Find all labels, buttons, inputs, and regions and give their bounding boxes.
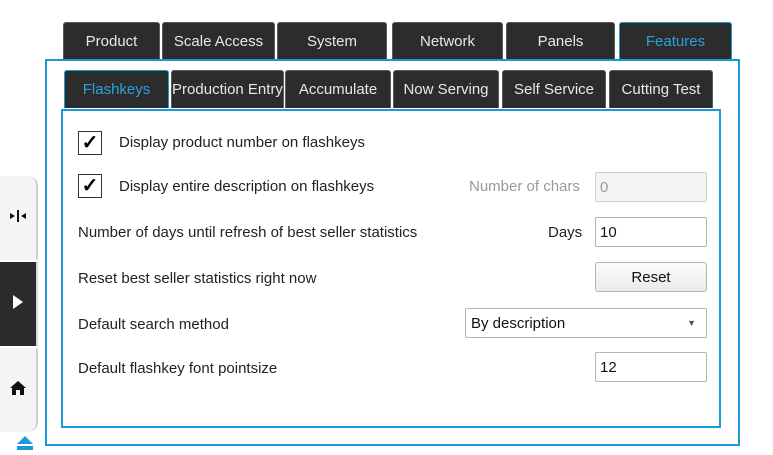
- search-method-select[interactable]: By description ▼: [465, 308, 707, 338]
- tab-label: Scale Access: [173, 32, 264, 50]
- subtab-label: Cutting Test: [621, 81, 701, 98]
- subtab-accumulate[interactable]: Accumulate: [285, 70, 391, 108]
- home-icon: [9, 380, 27, 401]
- scale-icon: [9, 209, 27, 228]
- expand-button[interactable]: [0, 262, 38, 346]
- chevron-down-icon: ▼: [687, 318, 696, 328]
- tab-label: Panels: [537, 32, 584, 50]
- reset-button-label: Reset: [631, 268, 671, 286]
- tab-label: Network: [419, 32, 475, 50]
- refresh-days-value: 10: [600, 223, 617, 241]
- display-product-number-checkbox[interactable]: ✓: [78, 131, 102, 155]
- font-pointsize-label: Default flashkey font pointsize: [78, 360, 278, 377]
- tab-network[interactable]: Network: [392, 22, 503, 59]
- font-pointsize-field[interactable]: 12: [595, 352, 707, 382]
- tab-scale-access[interactable]: Scale Access: [162, 22, 275, 59]
- search-method-value: By description: [471, 314, 566, 332]
- subtab-cutting-test[interactable]: Cutting Test: [609, 70, 713, 108]
- subtab-label: Production Entry: [172, 81, 283, 98]
- scale-button[interactable]: [0, 176, 38, 260]
- number-of-chars-label: Number of chars: [469, 178, 580, 195]
- eject-button[interactable]: [14, 434, 36, 452]
- tab-label: Product: [85, 32, 138, 50]
- tab-product[interactable]: Product: [63, 22, 160, 59]
- eject-icon: [14, 436, 36, 455]
- subtab-label: Accumulate: [298, 81, 378, 98]
- check-mark-icon: ✓: [81, 175, 99, 197]
- check-mark-icon: ✓: [81, 132, 99, 154]
- number-of-chars-value: 0: [600, 178, 609, 196]
- font-pointsize-value: 12: [600, 358, 617, 376]
- subtab-self-service[interactable]: Self Service: [502, 70, 606, 108]
- refresh-days-label: Number of days until refresh of best sel…: [78, 224, 418, 241]
- play-right-icon: [12, 294, 24, 315]
- number-of-chars-field[interactable]: 0: [595, 172, 707, 202]
- tab-panels[interactable]: Panels: [506, 22, 615, 59]
- subtab-label: Flashkeys: [82, 81, 151, 98]
- subtab-production-entry[interactable]: Production Entry: [171, 70, 284, 108]
- reset-stats-label: Reset best seller statistics right now: [78, 270, 317, 287]
- home-button[interactable]: [0, 348, 38, 432]
- subtab-label: Now Serving: [403, 81, 489, 98]
- subtab-now-serving[interactable]: Now Serving: [393, 70, 499, 108]
- reset-button[interactable]: Reset: [595, 262, 707, 292]
- display-product-number-label: Display product number on flashkeys: [119, 134, 365, 151]
- refresh-days-field[interactable]: 10: [595, 217, 707, 247]
- tab-label: System: [306, 32, 357, 50]
- search-method-label: Default search method: [78, 316, 229, 333]
- subtab-label: Self Service: [513, 81, 595, 98]
- tab-label: Features: [645, 32, 706, 50]
- tab-features[interactable]: Features: [619, 22, 732, 59]
- days-unit-label: Days: [548, 224, 583, 241]
- display-entire-description-label: Display entire description on flashkeys: [119, 178, 375, 195]
- display-entire-description-checkbox[interactable]: ✓: [78, 174, 102, 198]
- tab-system[interactable]: System: [277, 22, 387, 59]
- subtab-flashkeys[interactable]: Flashkeys: [64, 70, 169, 108]
